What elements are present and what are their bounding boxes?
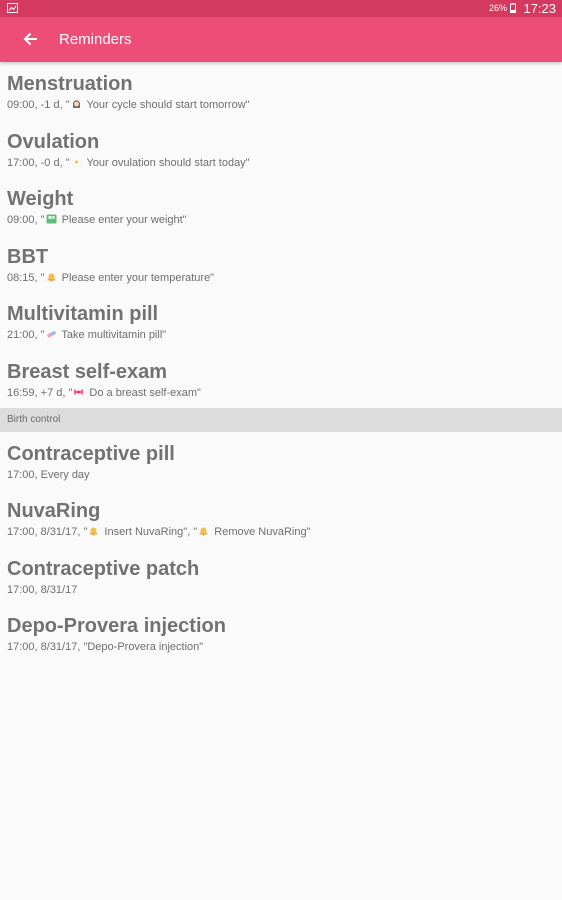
bell-icon xyxy=(89,527,98,537)
reminder-item-bbt[interactable]: BBT 08:15, " Please enter your temperatur… xyxy=(0,235,562,293)
reminder-name: Breast self-exam xyxy=(7,360,168,383)
ribbon-icon xyxy=(74,388,84,395)
reminder-detail: 17:00, -0 d, " Your ovulation should sta… xyxy=(7,156,562,170)
reminder-detail-text: Remove NuvaRing" xyxy=(211,526,311,539)
bell-icon xyxy=(47,273,56,282)
reminder-detail: 17:00, 8/31/17 xyxy=(7,583,562,597)
reminder-detail-text: 09:00, " xyxy=(7,214,45,227)
page-title: Reminders xyxy=(59,31,132,48)
reminder-detail-text: Do a breast self-exam" xyxy=(86,386,201,399)
reminder-detail: 21:00, " Take multivitamin pill" xyxy=(7,328,562,342)
reminder-detail: 17:00, 8/31/17, "Depo-Provera injection" xyxy=(7,640,562,654)
reminder-detail-text: Take multivitamin pill" xyxy=(58,329,167,342)
bell-icon xyxy=(199,527,208,537)
reminder-detail-text: Please enter your weight" xyxy=(58,214,187,227)
reminder-detail-text: 17:00, 8/31/17, "Depo-Provera injection" xyxy=(7,641,204,654)
scale-icon xyxy=(46,214,57,224)
reminder-name: Weight xyxy=(7,188,74,211)
reminder-name: Multivitamin pill xyxy=(7,303,159,326)
woman-icon xyxy=(72,99,80,108)
reminder-item-multivitamin-pill[interactable]: Multivitamin pill 21:00, " Take multivita… xyxy=(0,292,562,350)
daisy-icon xyxy=(71,156,81,167)
reminder-name: NuvaRing xyxy=(7,500,101,523)
reminder-item-depo-provera-injection[interactable]: Depo-Provera injection 17:00, 8/31/17, "D… xyxy=(0,604,562,662)
app-bar: Reminders xyxy=(0,17,562,62)
reminder-item-contraceptive-patch[interactable]: Contraceptive patch 17:00, 8/31/17 xyxy=(0,547,562,605)
reminder-name: BBT xyxy=(7,245,49,268)
reminder-detail-text: 17:00, Every day xyxy=(7,468,90,481)
reminder-item-contraceptive-pill[interactable]: Contraceptive pill 17:00, Every day xyxy=(0,432,562,490)
reminder-name: Ovulation xyxy=(7,130,100,153)
reminder-detail: 08:15, " Please enter your temperature" xyxy=(7,271,562,285)
reminder-detail-text: Insert NuvaRing", " xyxy=(101,526,198,539)
reminder-detail-text: Please enter your temperature" xyxy=(58,271,215,284)
back-arrow-icon[interactable] xyxy=(21,29,41,49)
reminder-detail-text: 16:59, +7 d, " xyxy=(7,386,73,399)
reminder-detail-text: Your ovulation should start today" xyxy=(83,156,250,169)
reminder-detail: 16:59, +7 d, " Do a breast self-exam" xyxy=(7,386,562,400)
pill-icon xyxy=(46,331,56,338)
reminder-detail-text: 09:00, -1 d, " xyxy=(7,99,70,111)
status-clock: 17:23 xyxy=(523,1,556,16)
reminder-name: Contraceptive patch xyxy=(7,557,200,580)
reminder-detail: 17:00, Every day xyxy=(7,468,562,482)
reminder-name: Contraceptive pill xyxy=(7,442,175,465)
gallery-notification-icon xyxy=(7,3,18,13)
reminder-item-breast-self-exam[interactable]: Breast self-exam 16:59, +7 d, " Do a brea… xyxy=(0,350,562,408)
section-header-birth-control: Birth control xyxy=(0,407,562,432)
reminder-list: Menstruation 09:00, -1 d, " Your cycle sh… xyxy=(0,62,562,662)
reminder-name: Depo-Provera injection xyxy=(7,615,226,638)
reminder-name: Menstruation xyxy=(7,73,133,95)
battery-icon xyxy=(510,3,516,13)
reminder-item-nuvaring[interactable]: NuvaRing 17:00, 8/31/17, " Insert NuvaRin… xyxy=(0,489,562,547)
reminder-item-weight[interactable]: Weight 09:00, " Please enter your weight" xyxy=(0,177,562,235)
reminder-detail-text: 08:15, " xyxy=(7,271,45,284)
reminder-detail-text: 17:00, 8/31/17 xyxy=(7,583,78,596)
status-bar: 26% 17:23 xyxy=(0,0,562,17)
reminder-detail: 09:00, -1 d, " Your cycle should start t… xyxy=(7,98,562,112)
reminder-detail-text: 21:00, " xyxy=(7,329,45,342)
reminder-item-menstruation[interactable]: Menstruation 09:00, -1 d, " Your cycle sh… xyxy=(0,62,562,120)
reminder-item-ovulation[interactable]: Ovulation 17:00, -0 d, " Your ovulation s… xyxy=(0,120,562,178)
reminder-detail: 09:00, " Please enter your weight" xyxy=(7,213,562,227)
battery-percentage: 26% xyxy=(488,3,507,13)
reminder-detail: 17:00, 8/31/17, " Insert NuvaRing", " Re… xyxy=(7,525,562,539)
reminder-detail-text: 17:00, 8/31/17, " xyxy=(7,526,88,539)
reminder-detail-text: 17:00, -0 d, " xyxy=(7,156,70,169)
reminder-detail-text: Your cycle should start tomorrow" xyxy=(83,99,250,111)
